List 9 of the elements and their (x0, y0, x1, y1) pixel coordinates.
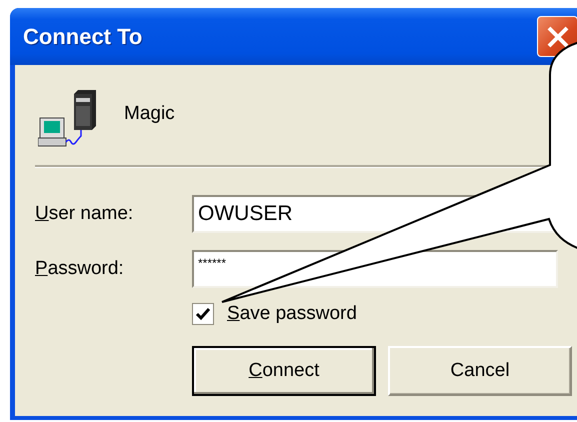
connect-button[interactable]: Connect (192, 346, 376, 396)
cancel-button[interactable]: Cancel (388, 346, 572, 396)
save-password-checkbox[interactable] (192, 303, 214, 325)
field-label: Password: (35, 258, 125, 280)
close-icon (546, 24, 570, 48)
server-name: Magic (124, 103, 175, 125)
field-label: User name: (35, 203, 134, 225)
window-title: Connect To (23, 24, 142, 50)
checkbox-label: Save password (227, 303, 357, 325)
